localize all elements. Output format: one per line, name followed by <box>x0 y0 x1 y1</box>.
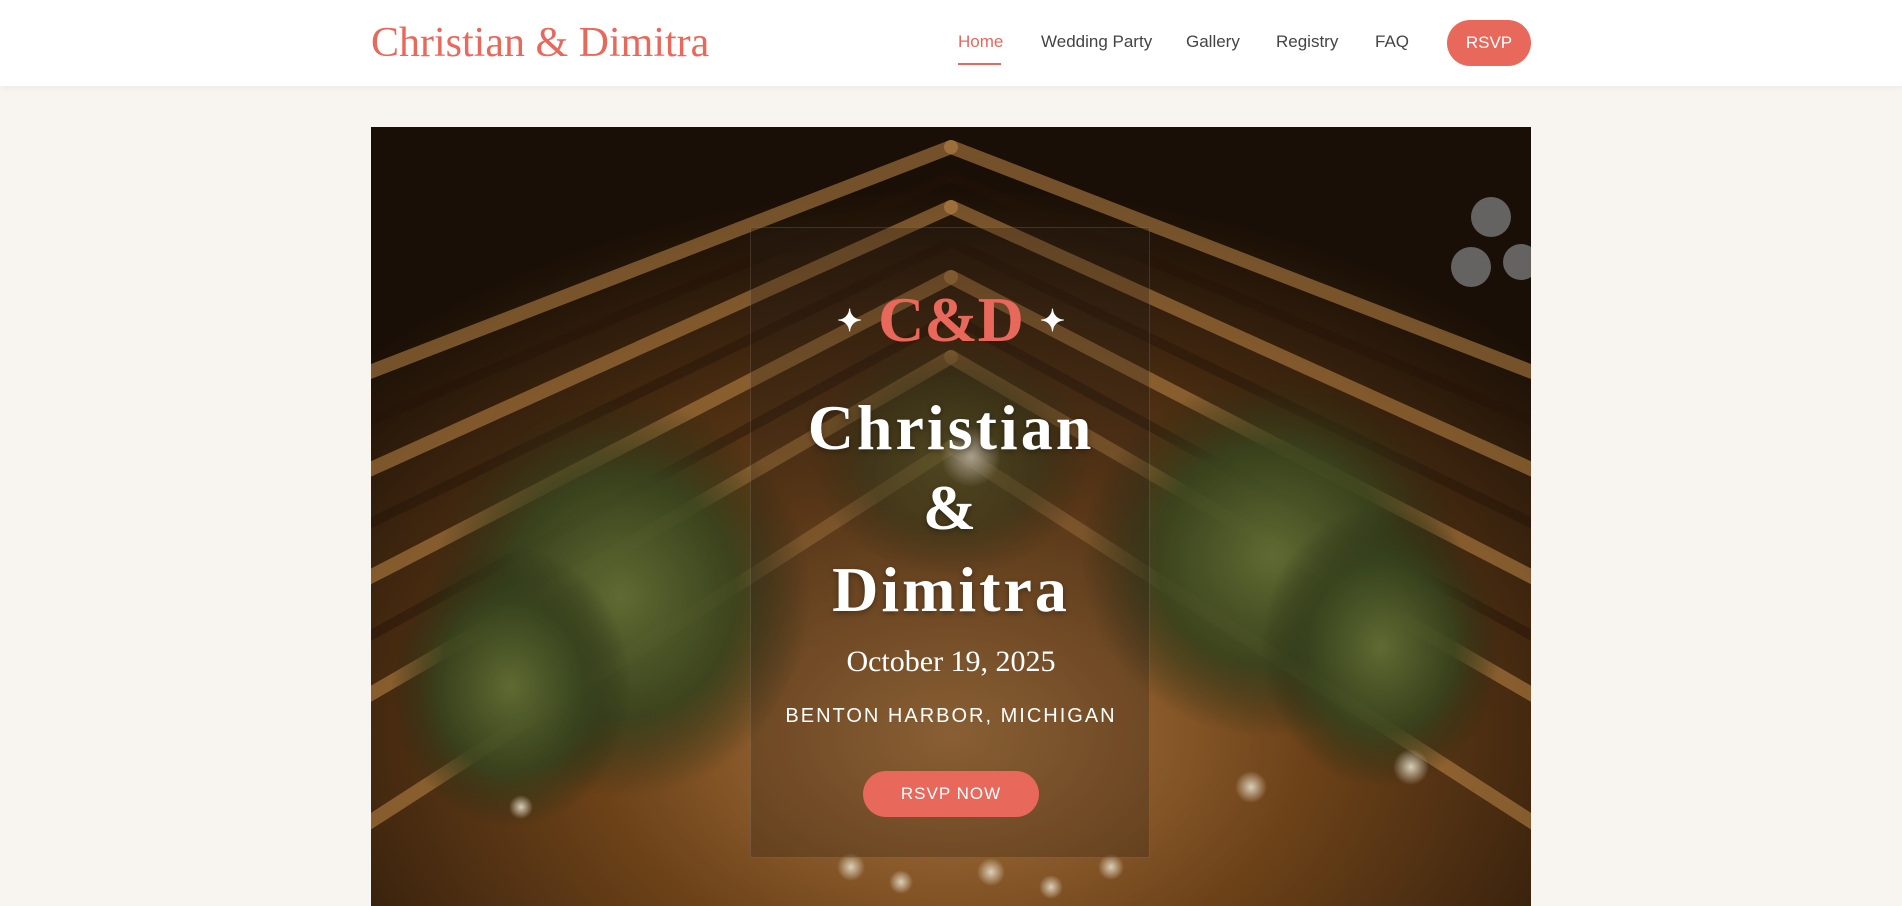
couple-ampersand: & <box>922 472 980 543</box>
sparkle-icon: ✦ <box>836 305 863 339</box>
site-header: Christian & Dimitra Home Wedding Party G… <box>0 0 1902 86</box>
rsvp-now-button[interactable]: RSVP NOW <box>863 771 1039 817</box>
wedding-location: BENTON HARBOR, MICHIGAN <box>785 705 1117 727</box>
main-nav: Home Wedding Party Gallery Registry FAQ <box>0 0 1902 86</box>
hero-section: ✦ C&D ✦ Christian & Dimitra October 19, … <box>371 127 1531 906</box>
nav-registry[interactable]: Registry <box>1276 31 1338 53</box>
wedding-date: October 19, 2025 <box>846 645 1056 678</box>
monogram-text: C&D <box>878 284 1024 355</box>
monogram: ✦ C&D ✦ <box>751 284 1151 362</box>
nav-home[interactable]: Home <box>958 31 1003 53</box>
sparkle-icon: ✦ <box>1039 305 1066 339</box>
nav-gallery[interactable]: Gallery <box>1186 31 1240 53</box>
couple-name-second: Dimitra <box>832 554 1070 625</box>
couple-name-first: Christian <box>807 392 1095 463</box>
nav-faq[interactable]: FAQ <box>1375 31 1409 53</box>
nav-active-underline <box>958 63 1001 65</box>
header-rsvp-button[interactable]: RSVP <box>1447 20 1531 66</box>
nav-wedding-party[interactable]: Wedding Party <box>1041 31 1152 53</box>
hero-card: ✦ C&D ✦ Christian & Dimitra October 19, … <box>750 227 1150 858</box>
